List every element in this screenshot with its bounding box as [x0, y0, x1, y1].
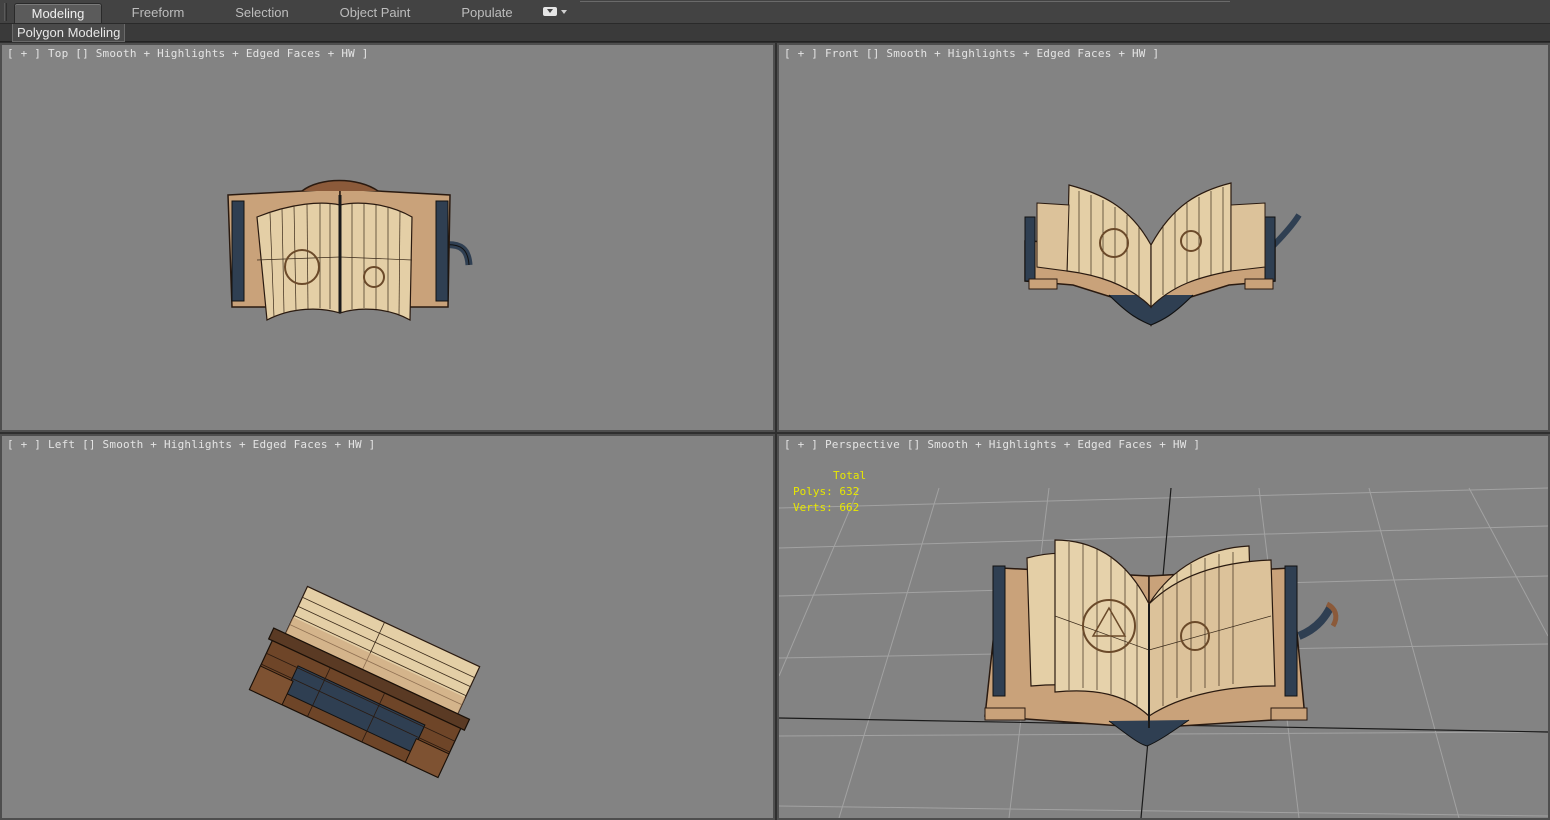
statistics-overlay: Total Polys: 632 Verts: 662 [793, 468, 866, 516]
book-model-front-view [1024, 182, 1302, 327]
statistics-header: Total [833, 469, 867, 482]
polys-label: Polys: [793, 485, 833, 498]
statistics-polys: Polys: 632 [793, 484, 866, 500]
chevron-down-icon [561, 10, 567, 14]
ribbon-options-dropdown[interactable] [543, 6, 569, 18]
viewport-left[interactable]: [ + ] Left [] Smooth + Highlights + Edge… [0, 434, 775, 820]
book-model-perspective-view [779, 487, 1548, 818]
tab-object-paint[interactable]: Object Paint [330, 3, 420, 23]
tab-freeform[interactable]: Freeform [116, 3, 200, 23]
ribbon-tab-bar: Modeling Freeform Selection Object Paint… [0, 0, 1550, 24]
tab-selection[interactable]: Selection [220, 3, 304, 23]
tab-populate[interactable]: Populate [447, 3, 527, 23]
tab-modeling[interactable]: Modeling [14, 3, 102, 23]
book-model-left-view [248, 585, 481, 779]
ribbon-divider [580, 1, 1230, 2]
ribbon-grip-handle[interactable] [4, 3, 7, 21]
ribbon-display-icon [543, 7, 557, 16]
viewport-layout: [ + ] Top [] Smooth + Highlights + Edged… [0, 42, 1550, 820]
verts-label: Verts: [793, 501, 833, 514]
viewport-top[interactable]: [ + ] Top [] Smooth + Highlights + Edged… [0, 43, 775, 432]
ribbon-panel-strip: Polygon Modeling [0, 24, 1550, 42]
statistics-verts: Verts: 662 [793, 500, 866, 516]
verts-value: 662 [839, 501, 860, 514]
polys-value: 632 [839, 485, 860, 498]
viewport-perspective[interactable]: [ + ] Perspective [] Smooth + Highlights… [777, 434, 1550, 820]
polygon-modeling-panel-button[interactable]: Polygon Modeling [12, 24, 126, 42]
book-model-top-view [227, 179, 473, 322]
viewport-front[interactable]: [ + ] Front [] Smooth + Highlights + Edg… [777, 43, 1550, 432]
